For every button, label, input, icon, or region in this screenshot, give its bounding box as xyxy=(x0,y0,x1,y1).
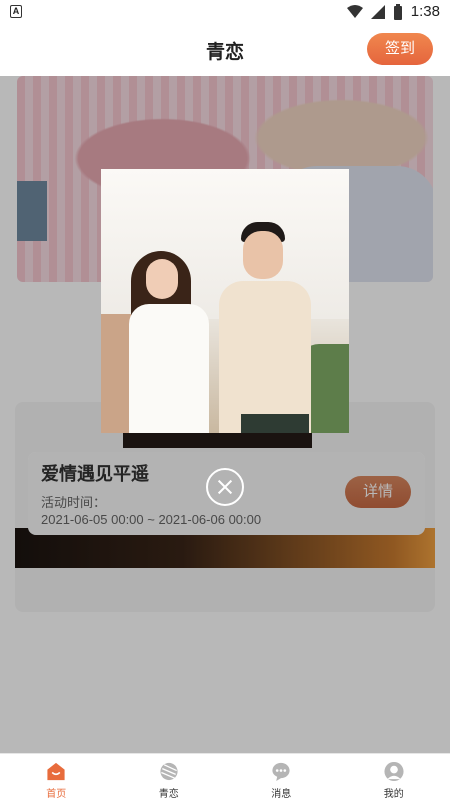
profile-icon xyxy=(384,761,404,782)
tab-home-label: 首页 xyxy=(46,789,67,800)
tab-profile[interactable]: 我的 xyxy=(338,754,450,800)
battery-icon xyxy=(393,3,402,20)
popup-woman-face xyxy=(146,259,178,299)
popup-man-legs xyxy=(241,414,309,433)
status-time: 1:38 xyxy=(410,3,440,20)
home-icon xyxy=(47,762,65,781)
bottom-tab-bar: 首页 青恋 消息 我的 xyxy=(0,753,450,800)
app-header: 青恋 签到 xyxy=(0,24,450,76)
activity-time-label: 活动时间： xyxy=(41,495,107,510)
status-icons: 1:38 xyxy=(346,3,440,20)
notification-icon: A xyxy=(10,5,22,18)
popup-man-body xyxy=(219,281,311,433)
status-bar: A 1:38 xyxy=(0,0,450,24)
activity-title: 爱情遇见平遥 xyxy=(41,464,149,484)
tab-profile-label: 我的 xyxy=(383,789,404,800)
chat-icon xyxy=(272,762,290,782)
tab-qinglian[interactable]: 青恋 xyxy=(113,754,226,800)
tab-messages-label: 消息 xyxy=(271,789,292,800)
wifi-icon xyxy=(346,4,363,18)
tab-qinglian-label: 青恋 xyxy=(158,789,179,800)
signal-icon xyxy=(370,4,385,19)
popup-image-bottom xyxy=(123,433,312,448)
tab-home[interactable]: 首页 xyxy=(0,754,113,800)
activity-time-range: 2021-06-05 00:00 ~ 2021-06-06 00:00 xyxy=(41,512,262,527)
tab-messages[interactable]: 消息 xyxy=(225,754,338,800)
popup-man-face xyxy=(243,231,283,279)
checkin-button[interactable]: 签到 xyxy=(367,33,433,65)
close-popup-button[interactable] xyxy=(206,468,244,506)
details-button[interactable]: 详情 xyxy=(345,476,411,508)
popup-image[interactable] xyxy=(101,169,349,433)
yarn-icon xyxy=(160,762,178,781)
popup-woman-body xyxy=(129,304,209,433)
